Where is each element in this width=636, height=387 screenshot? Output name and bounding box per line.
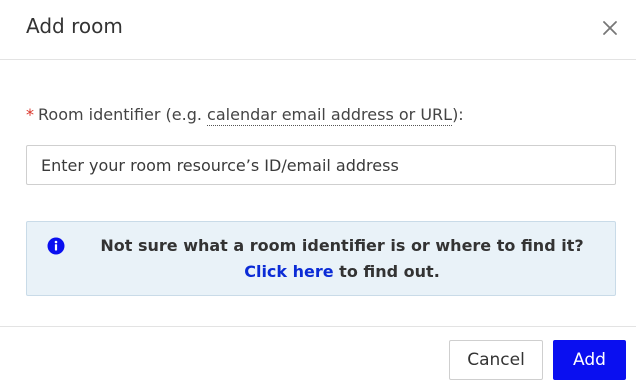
dialog-header: Add room <box>0 0 636 60</box>
info-banner: Not sure what a room identifier is or wh… <box>26 221 616 296</box>
room-identifier-input[interactable] <box>26 145 616 185</box>
label-suffix: ): <box>452 105 464 124</box>
add-room-dialog: Add room * Room identifier (e.g. calendar… <box>0 0 636 387</box>
label-help-text[interactable]: calendar email address or URL <box>207 105 453 126</box>
label-prefix: Room identifier (e.g. <box>38 105 208 124</box>
info-line-1: Not sure what a room identifier is or wh… <box>100 236 584 255</box>
close-button[interactable] <box>598 16 622 40</box>
required-marker: * <box>26 105 34 124</box>
close-icon <box>603 21 617 35</box>
add-button[interactable]: Add <box>553 340 626 380</box>
click-here-link[interactable]: Click here <box>244 262 333 281</box>
dialog-title: Add room <box>26 14 123 38</box>
room-identifier-label: * Room identifier (e.g. calendar email ad… <box>26 104 464 126</box>
dialog-footer: Cancel Add <box>0 326 636 387</box>
cancel-button[interactable]: Cancel <box>449 340 543 380</box>
info-icon <box>47 237 65 255</box>
info-message: Not sure what a room identifier is or wh… <box>87 233 597 285</box>
info-line-2: to find out. <box>333 262 440 281</box>
